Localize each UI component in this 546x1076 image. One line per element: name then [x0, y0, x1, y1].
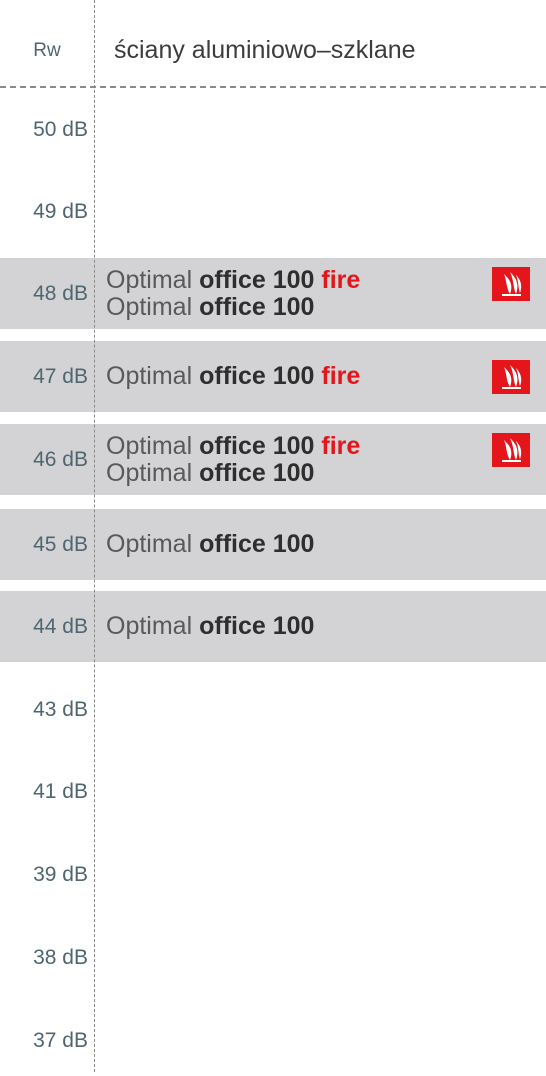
product-list: Optimal office 100 fire — [106, 341, 486, 412]
product-prefix: Optimal — [106, 458, 193, 487]
db-value: 48 dB — [33, 282, 88, 305]
flame-icon — [492, 360, 530, 394]
product-name: office 100 — [199, 292, 315, 321]
product-prefix: Optimal — [106, 292, 193, 321]
product-entry: Optimal office 100 fire — [106, 431, 486, 460]
table-row: 47 dB Optimal office 100 fire — [0, 341, 546, 412]
db-value: 39 dB — [33, 863, 88, 886]
product-entry: Optimal office 100 fire — [106, 265, 486, 294]
db-value: 43 dB — [33, 698, 88, 721]
product-prefix: Optimal — [106, 431, 193, 460]
product-name: office 100 — [199, 458, 315, 487]
flame-icon — [492, 433, 530, 467]
table-row: 41 dB — [0, 756, 546, 827]
rw-header-label: Rw — [33, 40, 61, 61]
db-value: 38 dB — [33, 946, 88, 969]
table-row: 50 dB — [0, 94, 546, 165]
product-prefix: Optimal — [106, 530, 193, 558]
header-divider-horizontal — [0, 86, 546, 88]
product-name: office 100 — [199, 530, 315, 558]
product-fire-suffix: fire — [321, 362, 361, 390]
db-value: 41 dB — [33, 780, 88, 803]
product-fire-suffix: fire — [321, 265, 361, 294]
db-value: 44 dB — [33, 615, 88, 638]
table-row: 49 dB — [0, 176, 546, 247]
db-value: 47 dB — [33, 365, 88, 388]
column-divider-vertical — [94, 0, 95, 1072]
product-name: office 100 — [199, 265, 315, 294]
table-row: 45 dB Optimal office 100 — [0, 509, 546, 580]
product-entry: Optimal office 100 — [106, 292, 486, 321]
product-name: office 100 — [199, 431, 315, 460]
db-value: 46 dB — [33, 448, 88, 471]
product-fire-suffix: fire — [321, 431, 361, 460]
product-list: Optimal office 100 — [106, 509, 486, 580]
product-list: Optimal office 100 fire Optimal office 1… — [106, 424, 486, 495]
product-name: office 100 — [199, 362, 315, 390]
product-list: Optimal office 100 — [106, 591, 486, 662]
table-row: 43 dB — [0, 674, 546, 745]
product-prefix: Optimal — [106, 265, 193, 294]
product-prefix: Optimal — [106, 612, 193, 640]
db-value: 45 dB — [33, 533, 88, 556]
table-row: 48 dB Optimal office 100 fire Optimal of… — [0, 258, 546, 329]
table-row: 46 dB Optimal office 100 fire Optimal of… — [0, 424, 546, 495]
table-row: 37 dB — [0, 1005, 546, 1076]
db-value: 50 dB — [33, 118, 88, 141]
product-list: Optimal office 100 fire Optimal office 1… — [106, 258, 486, 329]
product-entry: Optimal office 100 — [106, 458, 486, 487]
product-prefix: Optimal — [106, 362, 193, 390]
column-title: ściany aluminiowo–szklane — [114, 36, 416, 64]
product-entry: Optimal office 100 — [106, 613, 486, 640]
table-row: 38 dB — [0, 922, 546, 993]
product-name: office 100 — [199, 612, 315, 640]
db-value: 49 dB — [33, 200, 88, 223]
flame-icon — [492, 267, 530, 301]
table-row: 44 dB Optimal office 100 — [0, 591, 546, 662]
db-value: 37 dB — [33, 1029, 88, 1052]
product-entry: Optimal office 100 — [106, 531, 486, 558]
table-row: 39 dB — [0, 839, 546, 910]
product-entry: Optimal office 100 fire — [106, 363, 486, 390]
